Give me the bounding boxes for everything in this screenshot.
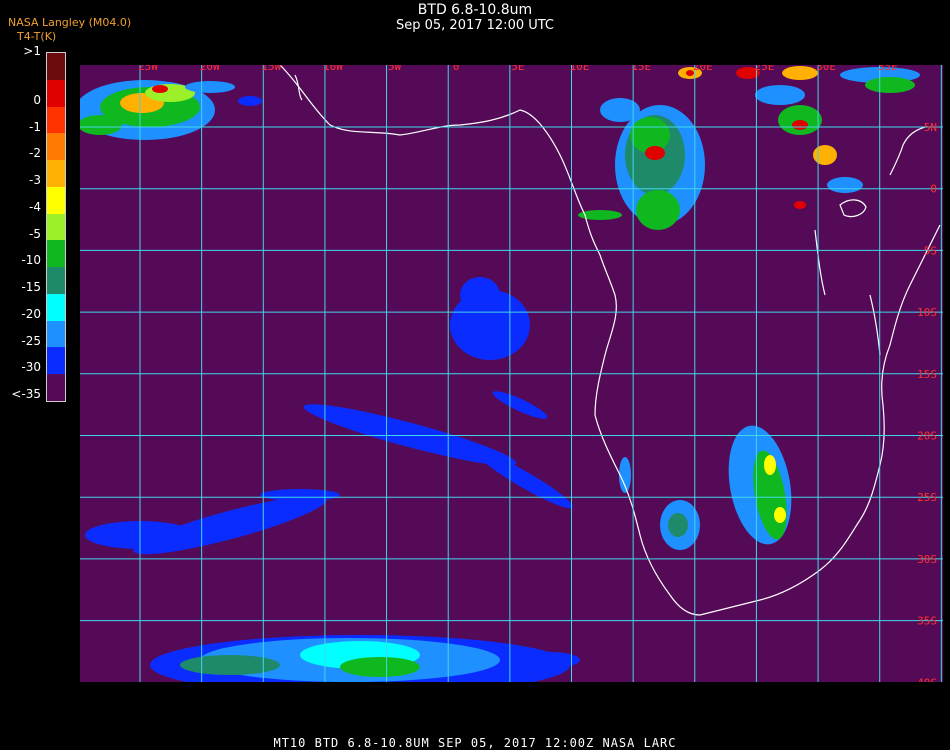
legend-swatch [47,53,65,81]
longitude-label: 15W [261,65,281,73]
longitude-label: 20E [693,65,713,73]
longitude-label: 0 [453,65,460,73]
legend-label: -30 [21,360,41,375]
legend-label: -25 [21,333,41,348]
legend-label: 0 [33,92,41,107]
legend-swatch [47,106,65,134]
latitude-label: 5S [924,244,937,257]
latitude-label: 10S [917,306,937,319]
legend-label: -1 [29,119,41,134]
latitude-label: 0 [930,183,937,196]
legend-swatch [47,160,65,188]
longitude-label: 20W [200,65,220,73]
longitude-label: 10W [323,65,343,73]
legend-swatch [47,240,65,268]
unit-label: T4-T(K) [17,30,57,43]
longitude-label: 10E [570,65,590,73]
legend-swatch [47,213,65,241]
legend-label: -3 [29,173,41,188]
legend-label: -20 [21,306,41,321]
longitude-label: 30E [816,65,836,73]
longitude-label: 15E [631,65,651,73]
latitude-label: 25S [917,491,937,504]
latitude-label: 20S [917,430,937,443]
longitude-label: 25W [138,65,158,73]
legend-label: -4 [29,199,41,214]
map-timestamp: Sep 05, 2017 12:00 UTC [395,18,555,33]
color-legend [46,52,66,402]
product-footer: MT10 BTD 6.8-10.8UM SEP 05, 2017 12:00Z … [273,736,677,750]
legend-swatch [47,293,65,322]
longitude-label: 5E [511,65,524,73]
source-label: NASA Langley (M04.0) [8,16,132,29]
legend-swatch [47,186,65,215]
legend-swatch [47,347,65,375]
legend-swatch [47,374,65,402]
legend-label: -2 [29,146,41,161]
latitude-label: 40S [917,676,937,682]
legend-label: -15 [21,280,41,295]
legend-label: >1 [23,44,41,58]
legend-swatch [47,267,65,295]
legend-label: -5 [29,226,41,241]
legend-label: <-35 [11,387,41,402]
latitude-label: 5N [924,121,937,134]
legend-swatch [47,133,65,161]
satellite-map[interactable]: 25W 20W 15W 10W 5W 0 5E 10E 15E 20E 25E 30E 35E 5N 0 5S… [80,65,943,682]
latitude-label: 35S [917,615,937,628]
latitude-label: 15S [917,368,937,381]
longitude-label: 5W [388,65,402,73]
longitude-label: 25E [754,65,774,73]
legend-label: -10 [21,253,41,268]
map-title: BTD 6.8-10.8um [417,2,533,18]
latitude-label: 30S [917,553,937,566]
legend-swatch [47,79,65,108]
legend-swatch [47,320,65,348]
longitude-label: 35E [878,65,898,73]
